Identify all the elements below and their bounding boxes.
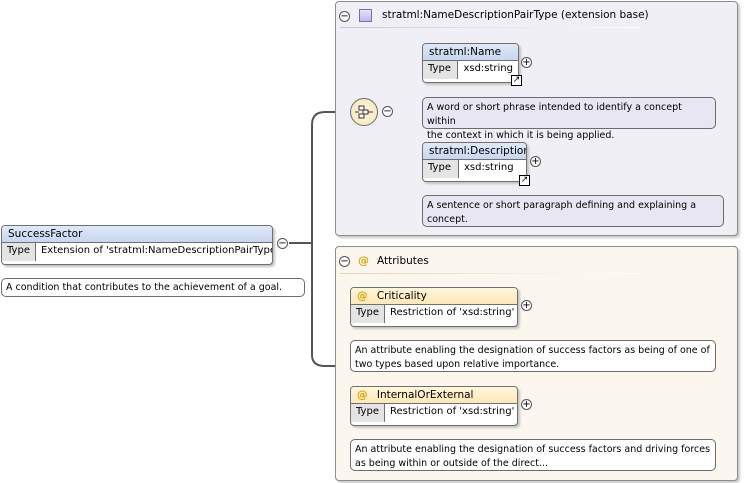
element-name-label: stratml:Name xyxy=(423,44,518,61)
doc-line: as being within or outside of the direct… xyxy=(355,458,548,469)
attribute-marker-icon: @ xyxy=(357,389,368,401)
attributes-panel-title: Attributes xyxy=(377,255,429,267)
sequence-collapse-toggle[interactable]: − xyxy=(382,106,393,117)
doc-line: the context in which it is being applied… xyxy=(427,130,615,141)
root-element-name: SuccessFactor xyxy=(2,226,272,243)
attribute-type-key: Type xyxy=(351,305,385,323)
element-documentation: A word or short phrase intended to ident… xyxy=(422,97,716,141)
attribute-box-internal-or-external[interactable]: @ InternalOrExternal Type Restriction of… xyxy=(350,386,518,426)
sequence-compositor-icon[interactable] xyxy=(350,98,378,126)
doc-line: An attribute enabling the designation of… xyxy=(355,345,710,356)
attribute-documentation: An attribute enabling the designation of… xyxy=(350,439,716,471)
element-type-value: xsd:string xyxy=(459,160,526,178)
root-type-key: Type xyxy=(2,243,36,261)
attribute-header: @ Criticality xyxy=(351,288,517,305)
element-expand-toggle[interactable]: + xyxy=(530,156,541,167)
attribute-type-value: Restriction of 'xsd:string' xyxy=(384,305,517,323)
attribute-box-criticality[interactable]: @ Criticality Type Restriction of 'xsd:s… xyxy=(350,287,518,327)
attribute-header: @ InternalOrExternal xyxy=(351,387,517,404)
element-box-stratml-name[interactable]: stratml:Name Type xsd:string xyxy=(422,43,519,83)
element-documentation: A sentence or short paragraph defining a… xyxy=(422,195,724,227)
attribute-name-label: InternalOrExternal xyxy=(376,389,474,401)
attributes-collapse-toggle[interactable]: − xyxy=(339,256,350,267)
doc-line: A word or short phrase intended to ident… xyxy=(427,102,682,127)
element-type-value: xsd:string xyxy=(458,61,518,79)
attribute-documentation: An attribute enabling the designation of… xyxy=(350,340,716,372)
root-documentation: A condition that contributes to the achi… xyxy=(1,278,305,297)
doc-line: two types based upon relative importance… xyxy=(355,359,560,370)
attribute-marker-icon: @ xyxy=(357,290,368,302)
attribute-marker-icon: @ xyxy=(358,254,369,267)
attribute-type-value: Restriction of 'xsd:string' xyxy=(384,404,517,422)
attribute-name-label: Criticality xyxy=(376,290,427,302)
element-name-label: stratml:Description xyxy=(423,143,526,160)
sequence-icon xyxy=(355,105,373,119)
complex-type-icon xyxy=(359,9,372,22)
extension-panel-title: stratml:NameDescriptionPairType (extensi… xyxy=(382,9,649,21)
attributes-panel-divider xyxy=(340,273,640,274)
root-type-value: Extension of 'stratml:NameDescriptionPai… xyxy=(35,243,272,261)
doc-line: concept. xyxy=(427,214,468,225)
type-reference-arrow-icon[interactable]: ↗ xyxy=(511,75,522,86)
attribute-type-key: Type xyxy=(351,404,385,422)
attribute-expand-toggle[interactable]: + xyxy=(521,399,532,410)
root-collapse-toggle[interactable]: − xyxy=(277,238,288,249)
element-type-key: Type xyxy=(423,160,459,178)
element-type-key: Type xyxy=(423,61,459,79)
doc-line: A sentence or short paragraph defining a… xyxy=(427,200,697,211)
element-expand-toggle[interactable]: + xyxy=(521,57,532,68)
extension-collapse-toggle[interactable]: − xyxy=(339,11,350,22)
doc-line: An attribute enabling the designation of… xyxy=(355,444,711,455)
root-element-box[interactable]: SuccessFactor Type Extension of 'stratml… xyxy=(1,225,273,265)
element-box-stratml-description[interactable]: stratml:Description Type xsd:string xyxy=(422,142,527,182)
type-reference-arrow-icon[interactable]: ↗ xyxy=(519,175,530,186)
attribute-expand-toggle[interactable]: + xyxy=(521,300,532,311)
extension-panel-divider xyxy=(340,27,640,28)
